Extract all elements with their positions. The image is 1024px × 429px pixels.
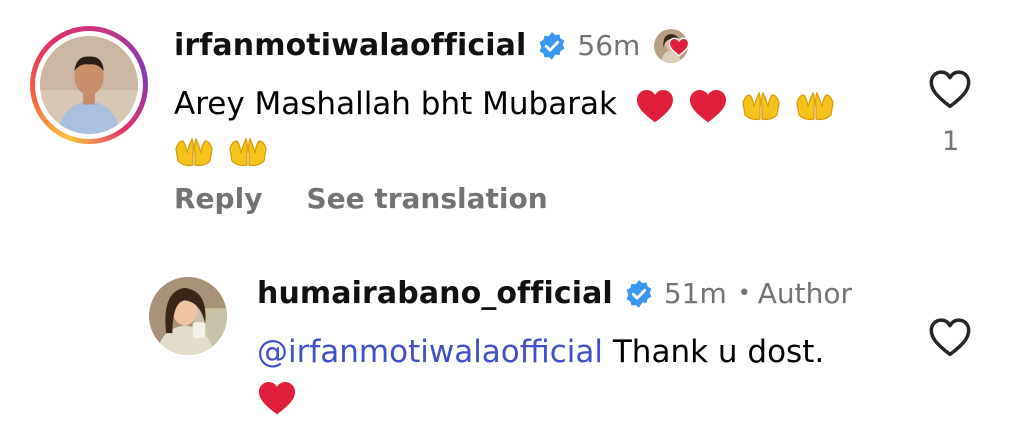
- mention-link[interactable]: @irfanmotiwalaofficial: [257, 334, 603, 370]
- comment-text-block: Arey Mashallah bht Mubarak: [174, 80, 835, 128]
- comment-actions: Reply See translation: [174, 182, 548, 215]
- verified-badge-icon: [626, 279, 652, 308]
- commenter-photo: [40, 36, 138, 134]
- like-count[interactable]: 1: [942, 126, 959, 157]
- palms-up-together-emoji: [174, 135, 214, 169]
- like-reply-button[interactable]: [928, 316, 972, 358]
- reply-author-avatar[interactable]: [149, 277, 227, 355]
- commenter-avatar[interactable]: [30, 26, 148, 144]
- reply-text: Thank u dost.: [612, 334, 825, 370]
- verified-badge-icon: [540, 31, 565, 60]
- reply-button[interactable]: Reply: [174, 182, 262, 215]
- comment-text: Arey Mashallah bht Mubarak: [174, 86, 617, 122]
- red-heart-emoji: [635, 88, 675, 124]
- author-liked-heart-icon: [668, 37, 690, 57]
- reply-text-block: @irfanmotiwalaofficial Thank u dost.: [257, 328, 824, 376]
- comment-header: irfanmotiwalaofficial 56m: [174, 28, 689, 63]
- author-tag: Author: [757, 277, 852, 310]
- red-heart-emoji: [257, 380, 297, 416]
- comment-text-block-line2: [174, 126, 268, 174]
- reply-username[interactable]: humairabano_official: [257, 276, 613, 311]
- red-heart-emoji: [688, 88, 728, 124]
- see-translation-button[interactable]: See translation: [306, 182, 547, 215]
- reply-time: 51m: [663, 277, 727, 310]
- comment-time: 56m: [577, 29, 641, 62]
- palms-up-together-emoji: [795, 89, 835, 123]
- reply-text-block-line2: [257, 372, 297, 420]
- palms-up-together-emoji: [228, 135, 268, 169]
- separator-dot: •: [737, 281, 751, 306]
- commenter-username[interactable]: irfanmotiwalaofficial: [174, 28, 526, 63]
- reply-header: humairabano_official 51m • Author: [257, 276, 852, 311]
- palms-up-together-emoji: [741, 89, 781, 123]
- like-comment-button[interactable]: [928, 68, 972, 110]
